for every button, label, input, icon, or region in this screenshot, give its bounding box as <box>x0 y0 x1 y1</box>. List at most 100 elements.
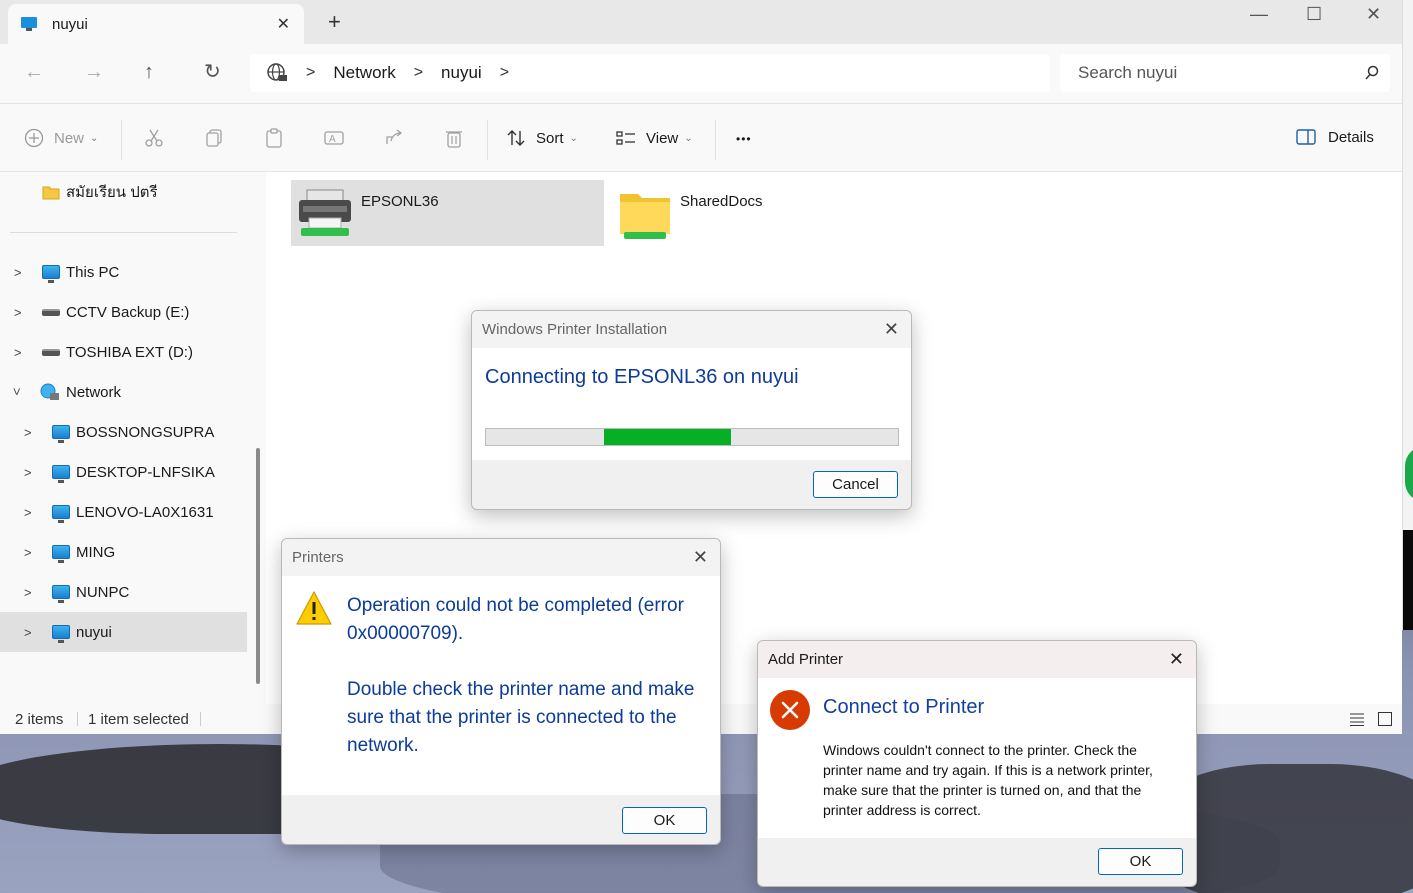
sidebar-item-nuyui[interactable]: > nuyui <box>0 612 247 652</box>
delete-icon[interactable] <box>444 128 464 148</box>
view-button[interactable]: View ⌄ <box>616 128 693 148</box>
ok-button[interactable]: OK <box>622 807 707 834</box>
file-item-epsonl36[interactable]: EPSONL36 <box>291 180 604 246</box>
warning-icon <box>296 591 332 625</box>
details-pane-button[interactable]: Details <box>1296 128 1374 146</box>
new-button[interactable]: New ⌄ <box>24 128 98 148</box>
file-item-shareddocs[interactable]: SharedDocs <box>614 180 814 246</box>
sort-label: Sort <box>536 129 564 147</box>
chevron-right-icon[interactable]: > <box>14 265 22 280</box>
refresh-button[interactable]: ↻ <box>204 62 221 82</box>
maximize-button[interactable]: ☐ <box>1306 4 1322 25</box>
sidebar-scrollbar[interactable] <box>256 448 260 684</box>
search-input[interactable] <box>1078 63 1338 83</box>
sort-button[interactable]: Sort ⌄ <box>506 128 578 148</box>
chevron-down-icon: ⌄ <box>90 132 99 144</box>
close-tab-icon[interactable]: ✕ <box>277 14 290 34</box>
cut-icon[interactable] <box>144 128 164 148</box>
breadcrumb-separator[interactable]: > <box>500 64 509 82</box>
sidebar-item-desktop-lnfsika[interactable]: > DESKTOP-LNFSIKA <box>0 452 247 492</box>
sidebar-item-nunpc[interactable]: > NUNPC <box>0 572 247 612</box>
item-count: 2 items <box>15 711 64 728</box>
status-divider <box>200 712 201 726</box>
breadcrumb-separator[interactable]: > <box>306 64 315 82</box>
sidebar-item-network[interactable]: > Network <box>0 372 247 412</box>
chevron-right-icon[interactable]: > <box>24 505 32 520</box>
error-message: Operation could not be completed (error … <box>347 592 694 760</box>
copy-icon[interactable] <box>204 128 224 148</box>
up-button[interactable]: ↑ <box>144 62 154 82</box>
sidebar-item-ming[interactable]: > MING <box>0 532 247 572</box>
navigation-pane: สมัยเรียน ปตรี > This PC > CCTV Backup (… <box>0 172 266 704</box>
computer-icon <box>52 505 70 523</box>
chevron-right-icon[interactable]: > <box>24 625 32 640</box>
breadcrumb-separator[interactable]: > <box>414 64 423 82</box>
sidebar-item-pinned-folder[interactable]: สมัยเรียน ปตรี <box>0 172 247 212</box>
computer-icon <box>21 17 37 31</box>
dialog-message: Windows couldn't connect to the printer.… <box>823 740 1153 820</box>
message-line: printer name and try again. If this is a… <box>823 762 1153 778</box>
new-tab-button[interactable]: + <box>328 11 341 33</box>
chevron-down-icon[interactable]: > <box>9 388 24 396</box>
sidebar-item-this-pc[interactable]: > This PC <box>0 252 247 292</box>
dialog-body: Operation could not be completed (error … <box>282 576 720 795</box>
sidebar-item-label: BOSSNONGSUPRA <box>76 423 215 441</box>
computer-icon <box>52 425 70 443</box>
sidebar-item-toshiba-ext[interactable]: > TOSHIBA EXT (D:) <box>0 332 247 372</box>
more-options-button[interactable]: ••• <box>736 132 752 146</box>
message-line: make sure that the printer is turned on,… <box>823 782 1142 798</box>
sidebar-item-label: NUNPC <box>76 583 130 601</box>
close-icon[interactable]: ✕ <box>693 547 708 568</box>
address-bar[interactable]: > Network > nuyui > <box>250 54 1050 92</box>
forward-button[interactable]: → <box>84 62 104 82</box>
command-bar: New ⌄ A Sort ⌄ View ⌄ ••• Details <box>0 104 1402 172</box>
network-icon <box>40 383 59 400</box>
breadcrumb-nuyui[interactable]: nuyui <box>441 63 482 83</box>
details-view-icon[interactable] <box>1350 713 1364 726</box>
dialog-title: Add Printer <box>758 641 1196 678</box>
search-box[interactable] <box>1060 54 1390 92</box>
address-row: ← → ↑ ↻ > Network > nuyui > <box>0 44 1402 104</box>
computer-icon <box>52 585 70 603</box>
sidebar-item-lenovo[interactable]: > LENOVO-LA0X1631 <box>0 492 247 532</box>
chevron-right-icon[interactable]: > <box>24 465 32 480</box>
close-icon[interactable]: ✕ <box>1169 649 1184 670</box>
chevron-right-icon[interactable]: > <box>24 425 32 440</box>
ok-button[interactable]: OK <box>1098 848 1183 875</box>
chevron-right-icon[interactable]: > <box>14 305 22 320</box>
dialog-title: Printers <box>282 539 720 576</box>
sidebar-item-bossnongsupra[interactable]: > BOSSNONGSUPRA <box>0 412 247 452</box>
chevron-right-icon[interactable]: > <box>24 545 32 560</box>
sort-icon <box>507 130 525 146</box>
rename-icon[interactable]: A <box>324 128 344 148</box>
dialog-body: Connecting to EPSONL36 on nuyui <box>472 348 911 460</box>
close-icon[interactable]: ✕ <box>884 319 899 340</box>
sidebar-item-cctv-backup[interactable]: > CCTV Backup (E:) <box>0 292 247 332</box>
share-icon[interactable] <box>384 128 404 148</box>
sidebar-item-label: MING <box>76 543 116 561</box>
close-window-button[interactable]: ✕ <box>1366 4 1381 25</box>
drive-icon <box>42 348 60 356</box>
toolbar-divider <box>121 120 122 160</box>
chevron-right-icon[interactable]: > <box>14 345 22 360</box>
paste-icon[interactable] <box>264 128 284 148</box>
network-globe-icon <box>267 63 287 81</box>
computer-icon <box>42 265 60 283</box>
breadcrumb-network[interactable]: Network <box>333 63 395 83</box>
cancel-button[interactable]: Cancel <box>813 471 898 498</box>
large-icons-view-icon[interactable] <box>1378 712 1392 726</box>
sidebar-item-label: LENOVO-LA0X1631 <box>76 503 214 521</box>
sidebar-item-label: DESKTOP-LNFSIKA <box>76 463 215 481</box>
chevron-right-icon[interactable]: > <box>24 585 32 600</box>
chevron-down-icon: ⌄ <box>569 132 578 144</box>
dialog-title: Windows Printer Installation <box>472 311 911 348</box>
view-icon <box>616 131 635 145</box>
error-icon <box>770 690 810 730</box>
dialog-body: Connect to Printer Windows couldn't conn… <box>758 678 1196 838</box>
printer-icon <box>299 189 351 236</box>
error-line: 0x00000709). <box>347 623 464 644</box>
tab-nuyui[interactable]: nuyui ✕ <box>8 4 304 44</box>
minimize-button[interactable]: — <box>1250 4 1268 25</box>
new-label: New <box>54 129 85 147</box>
back-button[interactable]: ← <box>24 62 44 82</box>
